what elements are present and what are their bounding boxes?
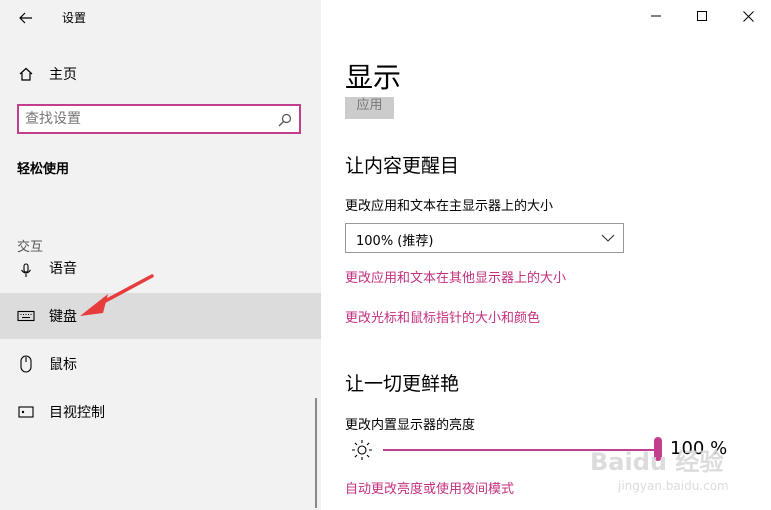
sidebar-item-mouse[interactable]: 鼠标 [0,341,321,387]
chevron-down-icon [601,234,615,242]
sidebar-item-label: 鼠标 [49,357,77,373]
sidebar-item-keyboard[interactable]: 键盘 [0,293,321,339]
group-label: 交互 [17,240,44,255]
keyboard-icon [17,293,35,339]
section-heading-visibility: 让内容更醒目 [345,155,460,177]
eye-control-icon [17,389,35,435]
section-title: 轻松使用 [17,162,70,177]
back-arrow-icon [19,12,32,24]
sidebar-scrollbar[interactable] [315,398,317,508]
sidebar: 设置 主页 轻松使用 交互 语音 键盘 鼠标 [0,0,321,510]
sidebar-item-home[interactable]: 主页 [0,51,321,97]
section-heading-vivid: 让一切更鲜艳 [345,373,460,395]
page-title: 显示 [345,61,402,94]
close-button[interactable] [725,0,771,32]
home-icon [17,51,35,97]
back-button[interactable] [12,6,40,30]
watermark-text: Baidu 经验 [590,448,723,476]
sun-icon [352,440,372,460]
link-other-displays[interactable]: 更改应用和文本在其他显示器上的大小 [345,267,566,286]
close-icon [742,10,754,22]
sidebar-item-label: 主页 [49,67,77,83]
scale-dropdown[interactable]: 100% (推荐) [345,223,624,253]
scale-dropdown-value: 100% (推荐) [356,234,434,249]
mouse-icon [17,341,35,387]
minimize-icon [651,15,661,17]
scale-label: 更改应用和文本在主显示器上的大小 [345,199,554,214]
brightness-label: 更改内置显示器的亮度 [345,418,476,433]
maximize-button[interactable] [679,0,725,32]
window-title: 设置 [62,11,87,25]
sidebar-item-label: 语音 [49,261,77,277]
search-icon [278,113,292,127]
sidebar-item-label: 目视控制 [49,405,105,421]
sidebar-item-speech[interactable]: 语音 [0,258,321,282]
apply-button[interactable]: 应用 [345,97,394,119]
minimize-button[interactable] [633,0,679,32]
baidu-watermark: Baidu 经验 jingyan.baidu.com [590,448,728,493]
link-night-mode[interactable]: 自动更改亮度或使用夜间模式 [345,478,514,497]
sidebar-item-label: 键盘 [49,309,77,325]
search-input[interactable] [25,110,265,128]
microphone-icon [17,258,35,282]
maximize-icon [697,11,707,21]
sidebar-item-eye-control[interactable]: 目视控制 [0,389,321,435]
search-box[interactable] [17,104,301,134]
watermark-url: jingyan.baidu.com [617,479,728,493]
link-cursor-size[interactable]: 更改光标和鼠标指针的大小和颜色 [345,307,540,326]
